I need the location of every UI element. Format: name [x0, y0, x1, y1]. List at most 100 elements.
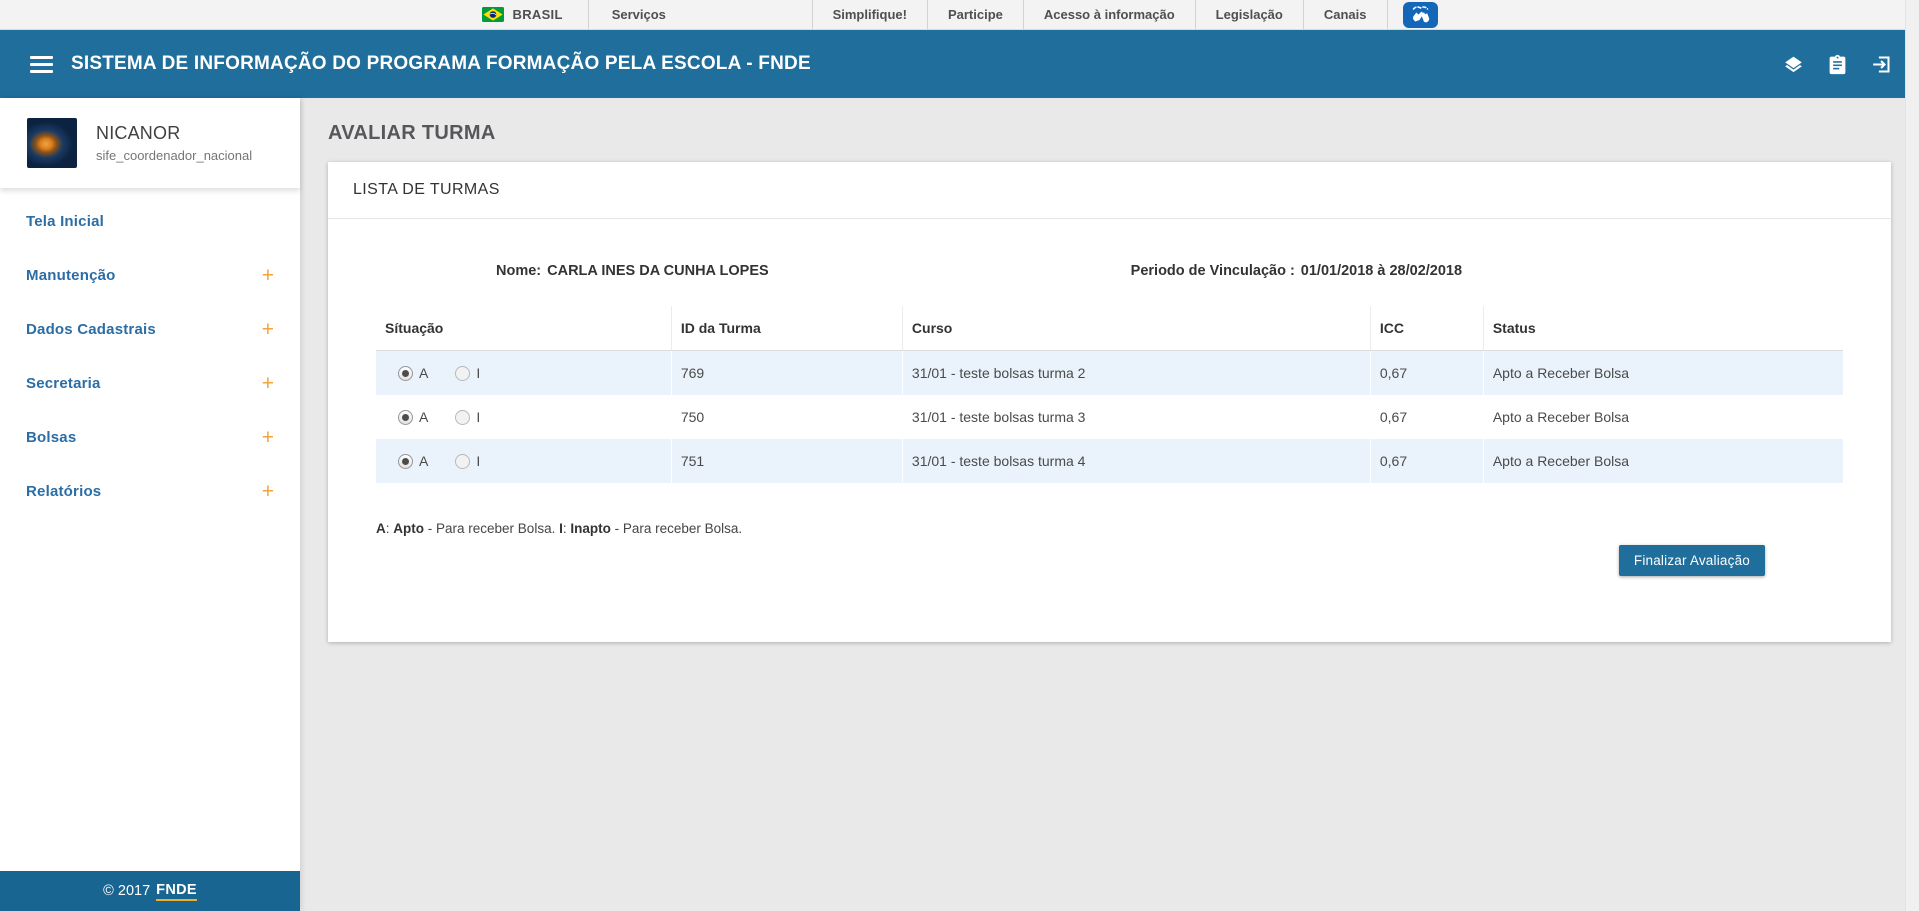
- radio-inapto-label: I: [476, 365, 480, 381]
- sidebar-menu: Tela Inicial Manutenção + Dados Cadastra…: [0, 188, 300, 871]
- expand-plus-icon: +: [262, 265, 274, 286]
- radio-inapto-icon[interactable]: [455, 366, 470, 381]
- expand-plus-icon: +: [262, 319, 274, 340]
- gov-link-simplifique[interactable]: Simplifique!: [812, 0, 927, 29]
- radio-inapto-icon[interactable]: [455, 454, 470, 469]
- app-root: BRASIL Serviços Simplifique! Participe A…: [0, 0, 1919, 911]
- cell-id-turma: 750: [671, 395, 902, 439]
- user-role: sife_coordenador_nacional: [96, 148, 252, 163]
- radio-apto-label: A: [419, 409, 428, 425]
- cell-status: Apto a Receber Bolsa: [1483, 395, 1843, 439]
- sidebar-item-tela-inicial[interactable]: Tela Inicial: [0, 194, 300, 248]
- radio-apto-icon[interactable]: [398, 410, 413, 425]
- radio-inapto-icon[interactable]: [455, 410, 470, 425]
- cell-icc: 0,67: [1370, 395, 1483, 439]
- sidebar-item-secretaria[interactable]: Secretaria +: [0, 356, 300, 410]
- sidebar-item-label: Tela Inicial: [26, 213, 104, 230]
- brazil-flag-icon: [482, 7, 504, 22]
- periodo-field: Periodo de Vinculação :01/01/2018 à 28/0…: [1131, 263, 1462, 279]
- gov-links: Simplifique! Participe Acesso à informaç…: [812, 0, 1438, 29]
- nome-value: CARLA INES DA CUNHA LOPES: [547, 263, 769, 279]
- sidebar-item-manutencao[interactable]: Manutenção +: [0, 248, 300, 302]
- cell-curso: 31/01 - teste bolsas turma 4: [902, 439, 1370, 483]
- expand-plus-icon: +: [262, 373, 274, 394]
- cell-id-turma: 769: [671, 351, 902, 395]
- expand-plus-icon: +: [262, 481, 274, 502]
- table-row: A I 750 31/01 - teste bolsas turma 3 0,6…: [376, 395, 1843, 439]
- radio-apto-label: A: [419, 365, 428, 381]
- gov-services-link[interactable]: Serviços: [589, 7, 666, 22]
- gov-link-acesso-informacao[interactable]: Acesso à informação: [1023, 0, 1195, 29]
- col-header-id-turma: ID da Turma: [671, 306, 902, 350]
- radio-apto-label: A: [419, 453, 428, 469]
- table-header-row: Sítuação ID da Turma Curso ICC Status: [376, 306, 1843, 351]
- cell-situacao: A I: [376, 439, 671, 483]
- legend-segment: A: [376, 521, 386, 536]
- user-name: NICANOR: [96, 123, 252, 144]
- cell-curso: 31/01 - teste bolsas turma 2: [902, 351, 1370, 395]
- table-row: A I 769 31/01 - teste bolsas turma 2 0,6…: [376, 351, 1843, 395]
- sidebar-item-label: Manutenção: [26, 267, 116, 284]
- user-card: NICANOR sife_coordenador_nacional: [0, 98, 300, 188]
- gov-bar: BRASIL Serviços Simplifique! Participe A…: [0, 0, 1919, 30]
- radio-apto[interactable]: A: [398, 453, 428, 469]
- cell-curso: 31/01 - teste bolsas turma 3: [902, 395, 1370, 439]
- legend-segment: Apto: [393, 521, 424, 536]
- gov-brand[interactable]: BRASIL: [513, 7, 563, 22]
- gov-link-canais[interactable]: Canais: [1303, 0, 1387, 29]
- col-header-situacao: Sítuação: [376, 306, 671, 350]
- finalizar-avaliacao-button[interactable]: Finalizar Avaliação: [1619, 545, 1765, 576]
- radio-apto[interactable]: A: [398, 365, 428, 381]
- main-content: AVALIAR TURMA LISTA DE TURMAS Nome:CARLA…: [300, 98, 1919, 911]
- sidebar: NICANOR sife_coordenador_nacional Tela I…: [0, 98, 300, 911]
- cell-status: Apto a Receber Bolsa: [1483, 351, 1843, 395]
- table-row: A I 751 31/01 - teste bolsas turma 4 0,6…: [376, 439, 1843, 483]
- assignment-icon[interactable]: [1827, 54, 1848, 75]
- radio-apto[interactable]: A: [398, 409, 428, 425]
- fnde-link[interactable]: FNDE: [156, 882, 197, 901]
- legend-segment: - Para receber Bolsa.: [611, 521, 742, 536]
- cell-icc: 0,67: [1370, 439, 1483, 483]
- legend-segment: Inapto: [570, 521, 611, 536]
- sidebar-item-bolsas[interactable]: Bolsas +: [0, 410, 300, 464]
- user-info: NICANOR sife_coordenador_nacional: [96, 123, 252, 163]
- col-header-curso: Curso: [902, 306, 1370, 350]
- cell-id-turma: 751: [671, 439, 902, 483]
- col-header-icc: ICC: [1370, 306, 1483, 350]
- nome-field: Nome: CARLA INES DA CUNHA LOPES: [496, 263, 769, 279]
- sidebar-item-dados-cadastrais[interactable]: Dados Cadastrais +: [0, 302, 300, 356]
- cell-situacao: A I: [376, 395, 671, 439]
- app-header: SISTEMA DE INFORMAÇÃO DO PROGRAMA FORMAÇ…: [0, 30, 1919, 98]
- nome-label: Nome:: [496, 263, 541, 279]
- scrollbar[interactable]: [1905, 0, 1919, 911]
- sidebar-item-label: Relatórios: [26, 483, 101, 500]
- radio-inapto[interactable]: I: [455, 409, 480, 425]
- gov-link-participe[interactable]: Participe: [927, 0, 1023, 29]
- periodo-label: Periodo de Vinculação :: [1131, 263, 1295, 279]
- radio-inapto[interactable]: I: [455, 453, 480, 469]
- radio-apto-icon[interactable]: [398, 366, 413, 381]
- sidebar-item-label: Dados Cadastrais: [26, 321, 156, 338]
- expand-plus-icon: +: [262, 427, 274, 448]
- turmas-table: Sítuação ID da Turma Curso ICC Status A …: [376, 306, 1843, 483]
- vlibras-accessibility-icon[interactable]: [1387, 0, 1438, 29]
- app-title: SISTEMA DE INFORMAÇÃO DO PROGRAMA FORMAÇ…: [71, 53, 811, 75]
- sidebar-item-label: Secretaria: [26, 375, 101, 392]
- exit-icon[interactable]: [1871, 54, 1892, 75]
- cell-icc: 0,67: [1370, 351, 1483, 395]
- menu-hamburger-icon[interactable]: [30, 56, 53, 73]
- turmas-panel: LISTA DE TURMAS Nome:CARLA INES DA CUNHA…: [328, 162, 1891, 642]
- layers-icon[interactable]: [1783, 54, 1804, 75]
- sidebar-item-relatorios[interactable]: Relatórios +: [0, 464, 300, 518]
- avatar: [27, 118, 77, 168]
- page-title: AVALIAR TURMA: [328, 122, 1919, 145]
- legend-segment: - Para receber Bolsa.: [424, 521, 559, 536]
- radio-inapto-label: I: [476, 409, 480, 425]
- sidebar-item-label: Bolsas: [26, 429, 76, 446]
- radio-inapto-label: I: [476, 453, 480, 469]
- radio-inapto[interactable]: I: [455, 365, 480, 381]
- bolsista-info-row: Nome: CARLA INES DA CUNHA LOPES Periodo d…: [328, 263, 1891, 279]
- header-icons: [1783, 54, 1892, 75]
- radio-apto-icon[interactable]: [398, 454, 413, 469]
- gov-link-legislacao[interactable]: Legislação: [1195, 0, 1303, 29]
